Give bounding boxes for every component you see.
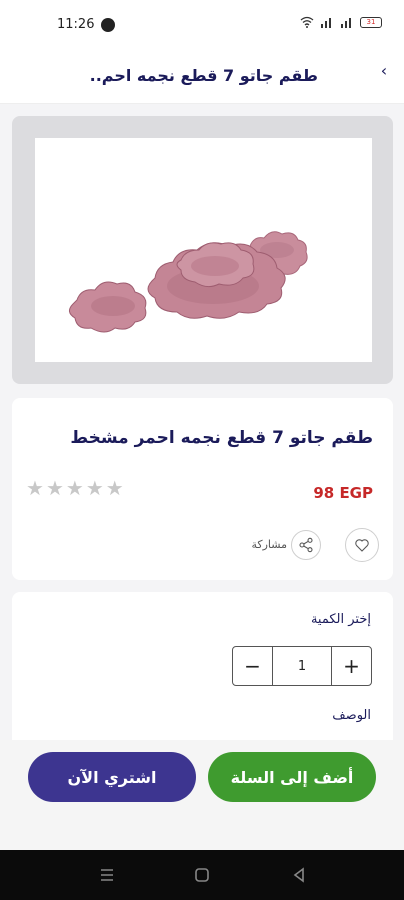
quantity-value[interactable]: 1 [273, 647, 331, 685]
product-image-card [12, 116, 393, 384]
product-image[interactable] [35, 138, 372, 362]
quantity-card: إختر الكمية − 1 + الوصف [12, 592, 393, 752]
share-label[interactable]: مشاركة [251, 538, 287, 551]
home-icon[interactable] [193, 866, 211, 884]
chevron-back-icon[interactable]: ‹ [374, 60, 394, 80]
share-icon [299, 537, 313, 553]
product-price: 98 EGP [313, 484, 373, 502]
battery-icon: 31 [360, 16, 382, 28]
battery-level: 31 [366, 18, 376, 26]
buy-now-button[interactable]: اشتري الآن [28, 752, 196, 802]
top-app-bar: ‹ طقم جاتو 7 قطع نجمه احم.. [0, 50, 404, 104]
bottom-action-bar: اشتري الآن أضف إلى السلة [0, 740, 404, 850]
product-photo [69, 231, 308, 333]
decrement-button[interactable]: − [233, 647, 273, 685]
star-icon: ★ [26, 476, 44, 500]
product-title: طقم جاتو 7 قطع نجمه احمر مشخط [70, 428, 373, 448]
page-title: طقم جاتو 7 قطع نجمه احم.. [89, 66, 318, 85]
plate-small-left [69, 281, 147, 333]
quantity-stepper[interactable]: − 1 + [232, 646, 372, 686]
signal-icon [321, 18, 331, 28]
star-icon: ★ [65, 476, 84, 500]
star-icon: ★ [85, 476, 104, 500]
back-icon[interactable] [290, 866, 308, 884]
heart-icon [355, 539, 369, 552]
wifi-icon [300, 16, 314, 28]
status-time: 11:26 [57, 17, 95, 32]
favorite-button[interactable] [345, 528, 379, 562]
status-icons: 31 [300, 16, 382, 28]
increment-button[interactable]: + [331, 647, 371, 685]
star-icon: ★ [45, 476, 64, 500]
menu-icon[interactable] [98, 866, 116, 884]
quantity-label: إختر الكمية [310, 612, 371, 627]
system-nav-bar [0, 850, 404, 900]
star-icon: ★ [105, 476, 124, 500]
add-to-cart-button[interactable]: أضف إلى السلة [208, 752, 376, 802]
signal-icon-2 [341, 18, 351, 28]
product-info-card: طقم جاتو 7 قطع نجمه احمر مشخط ★ ★ ★ ★ ★ … [12, 398, 393, 580]
rating-stars: ★ ★ ★ ★ ★ [26, 478, 124, 498]
share-button[interactable] [291, 530, 321, 560]
notification-icon [101, 18, 115, 32]
description-label: الوصف [332, 708, 371, 723]
status-bar: 11:26 31 [0, 0, 404, 50]
